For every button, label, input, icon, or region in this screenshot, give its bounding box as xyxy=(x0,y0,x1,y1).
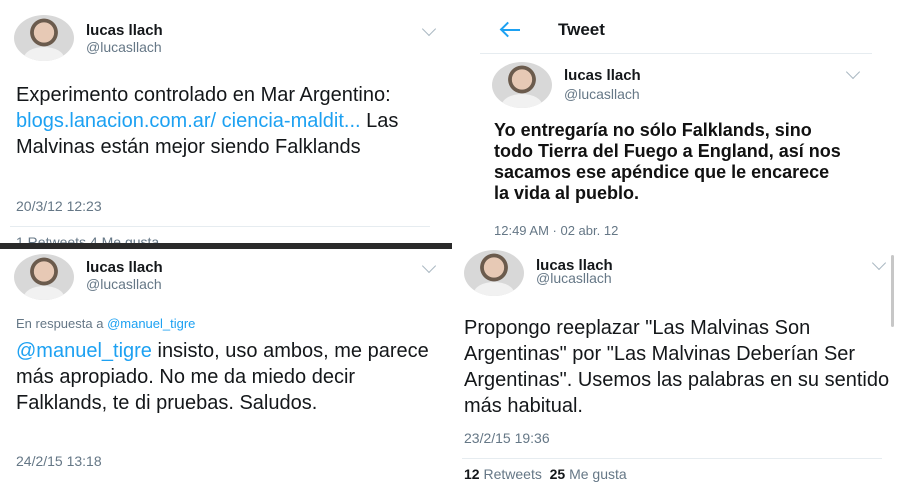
chevron-down-icon[interactable] xyxy=(421,258,437,274)
divider xyxy=(462,458,882,459)
tweet-card-3[interactable]: lucas llach @lucasllach En respuesta a @… xyxy=(0,249,448,487)
divider xyxy=(480,53,872,54)
back-arrow-icon[interactable] xyxy=(500,20,522,40)
user-name[interactable]: lucas llach xyxy=(86,22,163,39)
tweet-card-1[interactable]: lucas llach @lucasllach Experimento cont… xyxy=(0,0,448,243)
reply-to-link[interactable]: @manuel_tigre xyxy=(107,316,195,331)
user-handle[interactable]: @lucasllach xyxy=(86,276,162,292)
timestamp[interactable]: 23/2/15 19:36 xyxy=(464,430,550,446)
user-name[interactable]: lucas llach xyxy=(564,67,641,84)
tweet-link[interactable]: blogs.lanacion.com.ar/ ciencia-maldit... xyxy=(16,110,361,132)
user-handle[interactable]: @lucasllach xyxy=(564,86,640,102)
avatar[interactable] xyxy=(464,250,524,296)
tweet-text: Experimento controlado en Mar Argentino:… xyxy=(16,82,421,160)
mention-link[interactable]: @manuel_tigre xyxy=(16,340,152,362)
page-title: Tweet xyxy=(558,20,605,39)
like-count[interactable]: 25 xyxy=(550,466,566,482)
reply-prefix: En respuesta a xyxy=(16,316,108,331)
tweet-text: Propongo reeplazar "Las Malvinas Son Arg… xyxy=(464,317,890,417)
user-handle[interactable]: @lucasllach xyxy=(536,270,612,286)
user-name[interactable]: lucas llach xyxy=(86,259,163,276)
avatar[interactable] xyxy=(14,254,74,300)
user-handle[interactable]: @lucasllach xyxy=(86,39,162,55)
chevron-down-icon[interactable] xyxy=(871,255,887,271)
chevron-down-icon[interactable] xyxy=(421,21,437,37)
avatar[interactable] xyxy=(492,62,552,108)
collage-divider-horizontal-right xyxy=(452,243,900,249)
tweet-card-2[interactable]: Tweet lucas llach @lucasllach Yo entrega… xyxy=(452,0,900,243)
tweet-card-4[interactable]: lucas llach @lucasllach Propongo reeplaz… xyxy=(452,249,900,487)
retweet-label[interactable]: Retweets xyxy=(483,466,541,482)
tweet-text: @manuel_tigre insisto, uso ambos, me par… xyxy=(16,338,431,416)
chevron-down-icon[interactable] xyxy=(845,64,861,80)
tweet-stats: 12 Retweets 25 Me gusta xyxy=(464,466,627,482)
avatar[interactable] xyxy=(14,15,74,61)
reply-context: En respuesta a @manuel_tigre xyxy=(16,316,195,331)
like-label[interactable]: Me gusta xyxy=(569,466,627,482)
timestamp[interactable]: 24/2/15 13:18 xyxy=(16,453,102,469)
timestamp[interactable]: 20/3/12 12:23 xyxy=(16,198,102,214)
tweet-stats[interactable]: 1 Retweets 4 Me gusta xyxy=(16,234,159,243)
tweet-text: Yo entregaría no sólo Falklands, sino to… xyxy=(494,120,841,203)
retweet-count[interactable]: 12 xyxy=(464,466,480,482)
divider xyxy=(10,226,430,227)
timestamp[interactable]: 12:49 AM · 02 abr. 12 xyxy=(494,223,618,238)
tweet-text-part: Experimento controlado en Mar Argentino: xyxy=(16,84,391,106)
